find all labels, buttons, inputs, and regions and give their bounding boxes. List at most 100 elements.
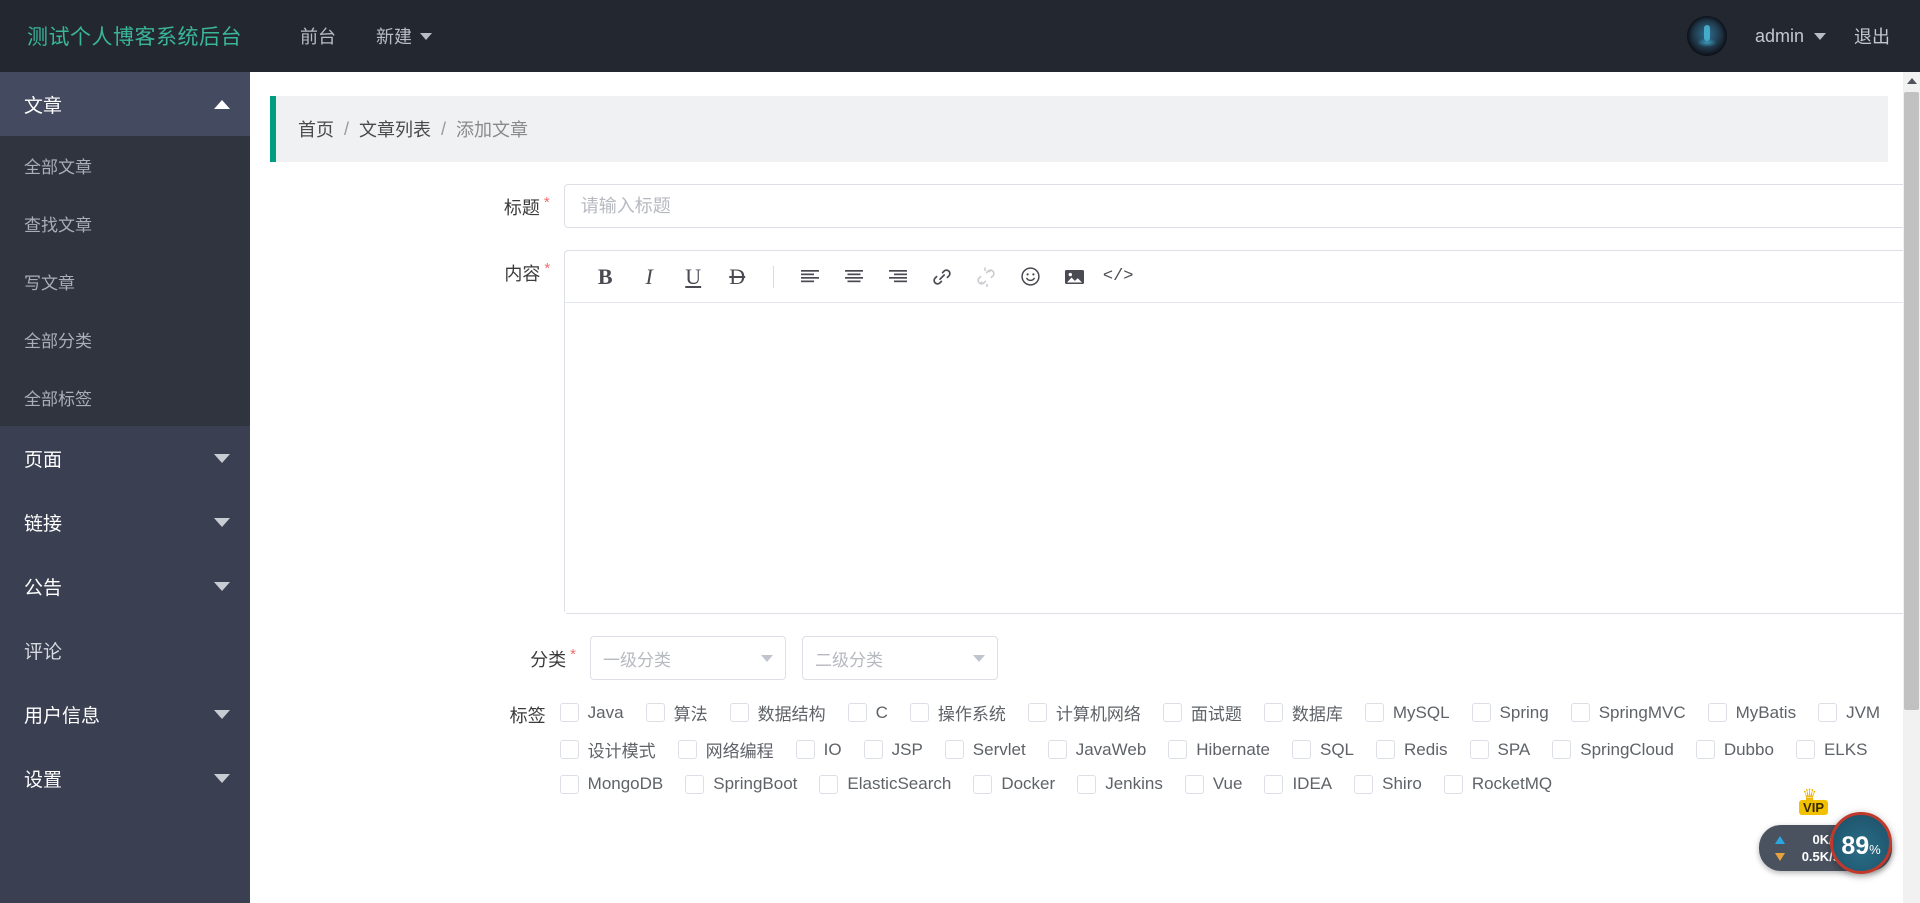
network-speed-widget[interactable]: VIP 0K/s 0.5K/s 89 %: [1759, 786, 1892, 874]
checkbox-icon[interactable]: [1264, 774, 1284, 794]
checkbox-icon[interactable]: [1443, 774, 1463, 794]
checkbox-icon[interactable]: [685, 774, 705, 794]
tag-checkbox-计算机网络[interactable]: 计算机网络: [1027, 700, 1141, 725]
sidebar-item-write-article[interactable]: 写文章: [0, 252, 250, 310]
checkbox-icon[interactable]: [944, 740, 964, 759]
tag-checkbox-mongodb[interactable]: MongoDB: [559, 774, 663, 794]
checkbox-icon[interactable]: [819, 774, 839, 794]
sidebar-item-find-article[interactable]: 查找文章: [0, 194, 250, 252]
breadcrumb-item-home[interactable]: 首页: [298, 116, 334, 142]
tag-checkbox-算法[interactable]: 算法: [645, 700, 708, 725]
checkbox-icon[interactable]: [1077, 774, 1097, 794]
logout-button[interactable]: 退出: [1854, 23, 1890, 49]
sidebar-item-all-articles[interactable]: 全部文章: [0, 136, 250, 194]
sidebar-group-settings[interactable]: 设置: [0, 746, 250, 810]
tag-checkbox-servlet[interactable]: Servlet: [944, 740, 1026, 760]
align-right-icon[interactable]: [878, 258, 918, 296]
tag-checkbox-java[interactable]: Java: [559, 703, 624, 723]
checkbox-icon[interactable]: [1695, 740, 1715, 759]
memory-usage-gauge[interactable]: 89 %: [1830, 812, 1892, 874]
user-menu[interactable]: admin: [1755, 26, 1826, 47]
align-left-icon[interactable]: [790, 258, 830, 296]
checkbox-icon[interactable]: [863, 740, 883, 759]
sidebar-group-article[interactable]: 文章: [0, 72, 250, 136]
checkbox-icon[interactable]: [1364, 703, 1384, 722]
tag-checkbox-网络编程[interactable]: 网络编程: [677, 737, 774, 762]
checkbox-icon[interactable]: [1818, 703, 1838, 722]
sidebar-group-notice[interactable]: 公告: [0, 554, 250, 618]
checkbox-icon[interactable]: [559, 740, 579, 759]
tag-checkbox-io[interactable]: IO: [795, 740, 842, 760]
tag-checkbox-c[interactable]: C: [847, 703, 888, 723]
checkbox-icon[interactable]: [559, 774, 579, 794]
tag-checkbox-springmvc[interactable]: SpringMVC: [1570, 703, 1686, 723]
sidebar-group-user-info[interactable]: 用户信息: [0, 682, 250, 746]
sidebar-item-all-tags[interactable]: 全部标签: [0, 368, 250, 426]
checkbox-icon[interactable]: [645, 703, 665, 722]
scroll-up-arrow-icon[interactable]: [1903, 72, 1920, 89]
checkbox-icon[interactable]: [1376, 740, 1396, 759]
sidebar-item-all-categories[interactable]: 全部分类: [0, 310, 250, 368]
checkbox-icon[interactable]: [1168, 740, 1188, 759]
nav-item-frontend[interactable]: 前台: [300, 23, 336, 49]
editor-content-area[interactable]: [565, 303, 1919, 613]
tag-checkbox-sql[interactable]: SQL: [1292, 740, 1354, 760]
tag-checkbox-mysql[interactable]: MySQL: [1364, 703, 1450, 723]
page-scrollbar[interactable]: [1903, 72, 1920, 903]
tag-checkbox-数据结构[interactable]: 数据结构: [729, 700, 826, 725]
checkbox-icon[interactable]: [729, 703, 749, 722]
tag-checkbox-docker[interactable]: Docker: [973, 774, 1055, 794]
code-icon[interactable]: </>: [1098, 258, 1138, 296]
tag-checkbox-elks[interactable]: ELKS: [1795, 740, 1867, 760]
avatar[interactable]: [1686, 16, 1727, 56]
strikethrough-icon[interactable]: D: [717, 258, 757, 296]
tag-checkbox-操作系统[interactable]: 操作系统: [909, 700, 1006, 725]
tag-checkbox-jsp[interactable]: JSP: [863, 740, 923, 760]
tag-checkbox-数据库[interactable]: 数据库: [1263, 700, 1343, 725]
checkbox-icon[interactable]: [1292, 740, 1311, 759]
checkbox-icon[interactable]: [1184, 774, 1204, 794]
scrollbar-thumb[interactable]: [1904, 92, 1919, 710]
tag-checkbox-shiro[interactable]: Shiro: [1354, 774, 1422, 794]
checkbox-icon[interactable]: [1570, 703, 1590, 722]
sidebar-item-comments[interactable]: 评论: [0, 618, 250, 682]
tag-checkbox-dubbo[interactable]: Dubbo: [1695, 740, 1774, 760]
tag-checkbox-mybatis[interactable]: MyBatis: [1707, 703, 1796, 723]
checkbox-icon[interactable]: [795, 740, 815, 759]
emoji-icon[interactable]: [1010, 258, 1050, 296]
checkbox-icon[interactable]: [1162, 703, 1182, 722]
align-center-icon[interactable]: [834, 258, 874, 296]
title-input[interactable]: [563, 184, 1920, 228]
tag-checkbox-elasticsearch[interactable]: ElasticSearch: [819, 774, 951, 794]
tag-checkbox-javaweb[interactable]: JavaWeb: [1047, 740, 1146, 760]
nav-item-new[interactable]: 新建: [376, 23, 432, 49]
checkbox-icon[interactable]: [847, 703, 867, 722]
tag-checkbox-spring[interactable]: Spring: [1471, 703, 1549, 723]
tag-checkbox-idea[interactable]: IDEA: [1264, 774, 1332, 794]
bold-icon[interactable]: B: [585, 258, 625, 296]
tag-checkbox-rocketmq[interactable]: RocketMQ: [1443, 774, 1552, 794]
tag-checkbox-redis[interactable]: Redis: [1376, 740, 1448, 760]
checkbox-icon[interactable]: [1354, 774, 1374, 794]
sidebar-group-page[interactable]: 页面: [0, 426, 250, 490]
checkbox-icon[interactable]: [1027, 703, 1047, 722]
tag-checkbox-spa[interactable]: SPA: [1469, 740, 1530, 760]
checkbox-icon[interactable]: [1552, 740, 1572, 759]
underline-icon[interactable]: U: [673, 258, 713, 296]
checkbox-icon[interactable]: [1047, 740, 1067, 759]
checkbox-icon[interactable]: [1471, 703, 1491, 722]
breadcrumb-item-article-list[interactable]: 文章列表: [359, 116, 431, 142]
sidebar-group-link[interactable]: 链接: [0, 490, 250, 554]
tag-checkbox-hibernate[interactable]: Hibernate: [1168, 740, 1270, 760]
tag-checkbox-springcloud[interactable]: SpringCloud: [1552, 740, 1674, 760]
checkbox-icon[interactable]: [1707, 703, 1727, 722]
tag-checkbox-jvm[interactable]: JVM: [1818, 703, 1880, 723]
tag-checkbox-vue[interactable]: Vue: [1184, 774, 1242, 794]
image-icon[interactable]: [1054, 258, 1094, 296]
secondary-category-select[interactable]: 二级分类: [802, 636, 998, 680]
tag-checkbox-jenkins[interactable]: Jenkins: [1077, 774, 1163, 794]
tag-checkbox-springboot[interactable]: SpringBoot: [685, 774, 797, 794]
tag-checkbox-设计模式[interactable]: 设计模式: [559, 737, 656, 762]
checkbox-icon[interactable]: [909, 703, 929, 722]
checkbox-icon[interactable]: [677, 740, 697, 759]
